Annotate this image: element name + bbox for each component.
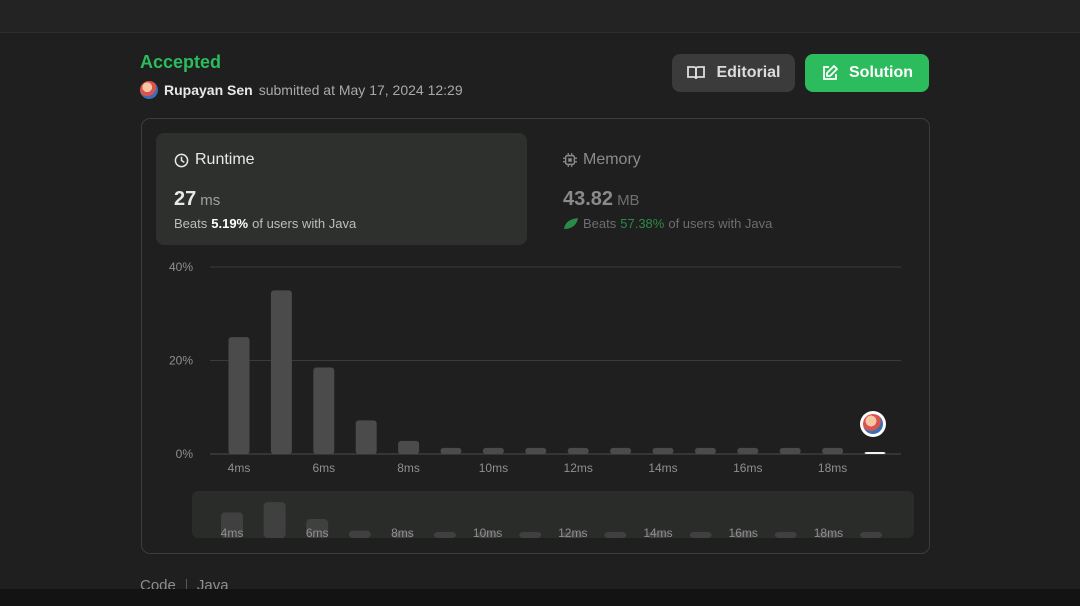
memory-value: 43.82 [563, 188, 614, 210]
memory-card[interactable]: Memory 43.82 MB Beats 57.38% of users wit… [545, 133, 915, 245]
bottom-bar [0, 589, 1080, 606]
chip-icon [563, 153, 577, 167]
runtime-card[interactable]: Runtime 27 ms Beats 5.19% of users with J… [156, 133, 527, 245]
runtime-beats-value: 5.19% [211, 216, 249, 231]
clock-icon [174, 153, 189, 167]
memory-title-label: Memory [583, 151, 641, 168]
memory-unit: MB [617, 192, 640, 209]
book-icon [687, 66, 706, 80]
edit-icon [823, 65, 838, 80]
runtime-title: Runtime [174, 151, 255, 169]
runtime-unit: ms [200, 192, 221, 209]
memory-title: Memory [563, 151, 641, 169]
solution-label: Solution [849, 64, 913, 81]
memory-beats-value: 57.38% [620, 216, 665, 231]
marker-avatar [863, 414, 883, 434]
editorial-button[interactable]: Editorial [672, 54, 795, 92]
runtime-title-label: Runtime [195, 151, 255, 168]
top-bar [0, 0, 1080, 33]
username-link[interactable]: Rupayan Sen [164, 82, 253, 98]
runtime-value: 27 [174, 188, 197, 210]
solution-button[interactable]: Solution [805, 54, 929, 92]
submission-info: Rupayan Sen submitted at May 17, 2024 12… [140, 81, 463, 99]
runtime-beats-prefix: Beats [174, 216, 208, 231]
runtime-beats: Beats 5.19% of users with Java [174, 216, 356, 231]
memory-beats-prefix: Beats [583, 216, 617, 231]
submission-status: Accepted [140, 52, 222, 72]
runtime-beats-suffix: of users with Java [252, 216, 357, 231]
memory-beats-suffix: of users with Java [668, 216, 773, 231]
chart-navigator[interactable] [192, 491, 914, 538]
editorial-label: Editorial [716, 64, 781, 81]
runtime-value-row: 27 ms [174, 188, 220, 211]
leaf-icon [564, 218, 578, 229]
submitted-at-text: submitted at May 17, 2024 12:29 [258, 82, 463, 98]
memory-beats: Beats 57.38% of users with Java [563, 216, 772, 231]
user-avatar[interactable] [140, 81, 158, 99]
user-runtime-marker[interactable] [860, 411, 886, 437]
memory-value-row: 43.82 MB [563, 188, 640, 211]
